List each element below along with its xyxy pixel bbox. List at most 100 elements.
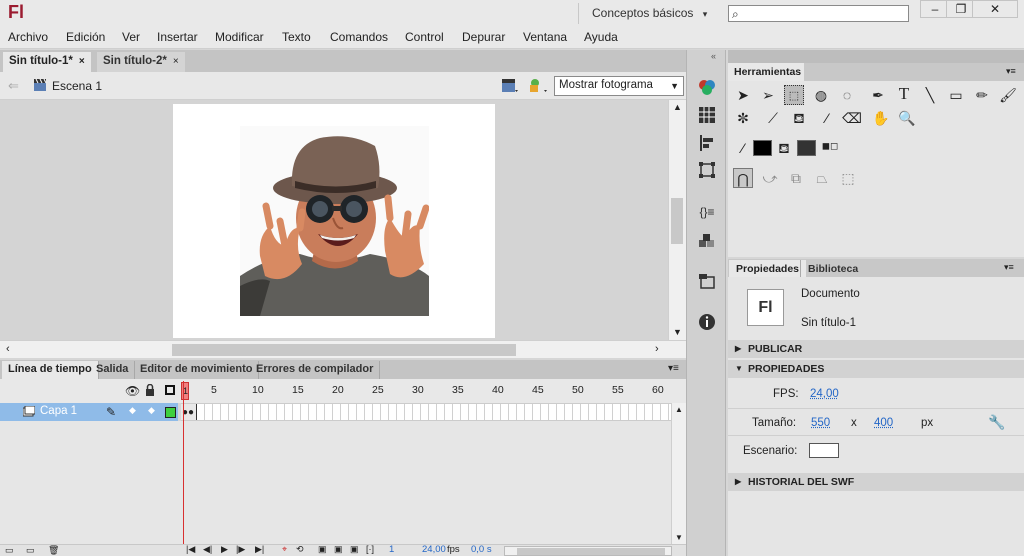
default-colors-icon[interactable]: ◼◻ [820, 137, 840, 157]
eraser-tool-icon[interactable]: ⌫ [842, 108, 862, 128]
onion-outline-icon[interactable]: ▣ [334, 544, 343, 555]
align-icon[interactable] [698, 134, 716, 152]
stage-color-swatch[interactable] [809, 443, 839, 458]
elapsed-time[interactable]: 0,0 s [471, 544, 492, 555]
layer-name[interactable]: Capa 1 [40, 405, 77, 417]
free-transform-tool-icon[interactable]: ⬚ [784, 85, 804, 105]
delete-icon[interactable]: 🗑 [48, 545, 59, 556]
fill-color-swatch[interactable] [797, 140, 816, 156]
step-forward-icon[interactable]: |▶ [236, 544, 245, 555]
tab-library[interactable]: Biblioteca [800, 260, 865, 277]
components-icon[interactable] [698, 232, 716, 250]
menu-control[interactable]: Control [405, 30, 444, 44]
section-propiedades[interactable]: ▼ PROPIEDADES [728, 360, 1024, 378]
scroll-up-icon[interactable]: ▲ [675, 405, 683, 414]
visibility-dot[interactable]: ◆ [129, 405, 136, 416]
wrench-icon[interactable]: 🔧 [988, 414, 1005, 431]
back-arrow-icon[interactable]: ⇐ [8, 78, 19, 94]
scroll-thumb[interactable] [517, 548, 665, 555]
scroll-down-icon[interactable]: ▼ [675, 533, 683, 542]
zoom-tool-icon[interactable]: 🔍 [897, 108, 917, 128]
go-last-frame-icon[interactable]: ▶| [255, 544, 264, 555]
fps-value[interactable]: 24,00 [422, 544, 446, 555]
panel-menu-icon[interactable]: ▾≡ [1004, 262, 1014, 273]
lasso-tool-icon[interactable]: ◌ [837, 85, 857, 105]
timeline-vertical-scrollbar[interactable]: ▲ ▼ [671, 403, 686, 544]
loop-icon[interactable]: ⟲ [296, 544, 304, 555]
collapse-icon[interactable]: « [711, 51, 716, 61]
tab-sin-titulo-1[interactable]: Sin título-1* × [3, 52, 91, 72]
stage-area[interactable] [0, 100, 668, 340]
tab-properties[interactable]: Propiedades [729, 260, 807, 277]
step-back-icon[interactable]: ◀| [203, 544, 212, 555]
menu-ver[interactable]: Ver [122, 30, 140, 44]
center-frame-icon[interactable]: ⌖ [282, 544, 287, 555]
tab-timeline[interactable]: Línea de tiempo [2, 361, 99, 379]
color-icon[interactable] [698, 78, 716, 96]
line-tool-icon[interactable]: ╲ [920, 85, 940, 105]
selection-tool-icon[interactable]: ➤ [733, 85, 753, 105]
section-publicar[interactable]: ▶ PUBLICAR [728, 340, 1024, 358]
stage-horizontal-scrollbar[interactable]: ‹ › [0, 340, 686, 358]
outline-icon[interactable] [165, 385, 175, 395]
edit-symbol-icon[interactable] [527, 77, 549, 95]
close-icon[interactable]: × [173, 56, 179, 67]
placed-photo[interactable] [240, 126, 430, 316]
paint-bucket-tool-icon[interactable]: ⛾ [789, 108, 809, 128]
scroll-left-icon[interactable]: ‹ [6, 343, 10, 355]
snap-magnet-icon[interactable]: ⋂ [733, 168, 753, 188]
eye-icon[interactable]: 👁 [125, 384, 140, 398]
new-layer-icon[interactable]: ▭ [5, 545, 14, 556]
close-icon[interactable]: × [79, 56, 85, 67]
stroke-color-icon[interactable]: ⁄ [733, 138, 753, 158]
scroll-right-icon[interactable]: › [655, 343, 659, 355]
menu-insertar[interactable]: Insertar [157, 30, 198, 44]
stroke-color-swatch[interactable] [753, 140, 772, 156]
timeline-horizontal-scrollbar[interactable] [504, 546, 672, 556]
menu-ayuda[interactable]: Ayuda [584, 30, 618, 44]
lock-dot[interactable]: ◆ [148, 405, 155, 416]
menu-archivo[interactable]: Archivo [8, 30, 48, 44]
lock-icon[interactable] [145, 383, 155, 396]
eyedropper-tool-icon[interactable]: ⁄ [817, 108, 837, 128]
pen-tool-icon[interactable]: ✒ [868, 85, 888, 105]
menu-modificar[interactable]: Modificar [215, 30, 264, 44]
scroll-down-icon[interactable]: ▼ [673, 327, 682, 337]
edit-scene-icon[interactable] [500, 77, 520, 95]
go-first-frame-icon[interactable]: |◀ [186, 544, 195, 555]
fill-color-icon[interactable]: ⛾ [774, 138, 794, 158]
edit-multiple-icon[interactable]: ▣ [350, 544, 359, 555]
new-folder-icon[interactable]: ▭ [26, 545, 35, 556]
hand-tool-icon[interactable]: ✋ [871, 108, 891, 128]
outline-color-swatch[interactable] [165, 407, 176, 418]
scroll-thumb[interactable] [671, 198, 683, 244]
deco-tool-icon[interactable]: ✼ [733, 108, 753, 128]
motion-presets-icon[interactable] [698, 272, 716, 290]
help-search-input[interactable]: ⌕ [728, 5, 909, 22]
layer-row[interactable]: Capa 1 ✎ ◆ ◆ [0, 403, 178, 421]
transform-icon[interactable] [698, 161, 716, 179]
tab-output[interactable]: Salida [90, 361, 136, 379]
rectangle-tool-icon[interactable]: ▭ [946, 85, 966, 105]
brush-tool-icon[interactable]: 🖌 [998, 85, 1018, 105]
tab-motion-editor[interactable]: Editor de movimiento [134, 361, 260, 379]
width-input[interactable]: 550 [811, 417, 830, 429]
menu-comandos[interactable]: Comandos [330, 30, 388, 44]
section-historial-swf[interactable]: ▶ HISTORIAL DEL SWF [728, 473, 1024, 491]
info-icon[interactable] [698, 313, 716, 331]
play-icon[interactable]: ▶ [221, 544, 228, 555]
scroll-thumb[interactable] [172, 344, 516, 356]
menu-edicion[interactable]: Edición [66, 30, 105, 44]
text-tool-icon[interactable]: T [894, 84, 914, 104]
menu-depurar[interactable]: Depurar [462, 30, 505, 44]
menu-ventana[interactable]: Ventana [523, 30, 567, 44]
bone-tool-icon[interactable]: ⟋ [763, 108, 783, 128]
menu-texto[interactable]: Texto [282, 30, 311, 44]
swatches-icon[interactable] [698, 106, 716, 124]
fps-input[interactable]: 24,00 [810, 388, 839, 400]
height-input[interactable]: 400 [874, 417, 893, 429]
scroll-up-icon[interactable]: ▲ [673, 102, 682, 112]
pencil-tool-icon[interactable]: ✏ [972, 85, 992, 105]
frames-row[interactable]: ●● [181, 403, 671, 421]
stage-vertical-scrollbar[interactable]: ▲ ▼ [668, 100, 686, 340]
